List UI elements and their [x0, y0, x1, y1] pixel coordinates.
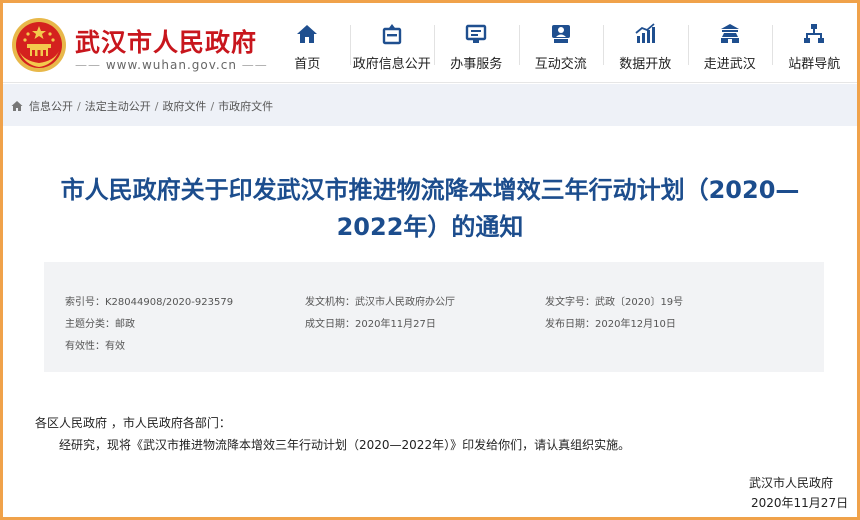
signature-organization: 武汉市人民政府 [749, 476, 834, 490]
article-paragraph: 经研究，现将《武汉市推进物流降本增效三年行动计划（2020—2022年）》印发给… [59, 438, 631, 452]
breadcrumb-separator: / [154, 99, 159, 113]
national-emblem-icon [12, 18, 66, 72]
home-icon [297, 25, 318, 43]
nav-item-site-navigation[interactable]: 站群导航 [772, 3, 857, 83]
breadcrumb-bar: 信息公开 / 法定主动公开 / 政府文件 / 市政府文件 [3, 84, 857, 126]
meta-document-number: 发文字号：武政〔2020〕19号 [545, 297, 684, 308]
signature-date: 2020年11月27日 [751, 496, 849, 510]
article-greeting: 各区人民政府 ，市人民政府各部门： [35, 416, 231, 430]
nav-item-open-data[interactable]: 数据开放 [603, 3, 688, 83]
building-icon [720, 24, 739, 43]
nav-item-about-wuhan[interactable]: 走进武汉 [687, 3, 773, 83]
nav-label: 站群导航 [788, 57, 841, 72]
data-chart-icon [635, 23, 656, 43]
nav-label: 互动交流 [534, 57, 587, 72]
breadcrumb-link-municipal-documents[interactable]: 市政府文件 [218, 98, 273, 114]
site-logo[interactable]: 武汉市人民政府 —— www.wuhan.gov.cn —— [9, 11, 269, 79]
meta-topic: 主题分类：邮政 [65, 319, 135, 330]
breadcrumb-link-gov-documents[interactable]: 政府文件 [162, 98, 206, 114]
site-name: 武汉市人民政府 [75, 28, 258, 57]
nav-label: 办事服务 [450, 57, 503, 72]
nav-label: 首页 [294, 57, 321, 72]
breadcrumb-separator: / [210, 99, 215, 113]
document-metadata-panel: 索引号：K28044908/2020-923579 发文机构：武汉市人民政府办公… [44, 262, 824, 372]
meta-publish-date: 发布日期：2020年12月10日 [545, 319, 676, 330]
meta-written-date: 成文日期：2020年11月27日 [305, 319, 436, 330]
nav-label: 政府信息公开 [352, 57, 431, 72]
service-icon [466, 24, 487, 43]
nav-item-interaction[interactable]: 互动交流 [518, 3, 604, 83]
home-icon[interactable] [11, 100, 23, 112]
nav-label: 数据开放 [619, 57, 672, 72]
site-url: —— www.wuhan.gov.cn —— [75, 58, 268, 72]
sitemap-icon [804, 24, 825, 43]
breadcrumb-separator: / [77, 99, 81, 113]
nav-label: 走进武汉 [703, 57, 756, 72]
article-title: 市人民政府关于印发武汉市推进物流降本增效三年行动计划（2020—2022年）的通… [60, 176, 800, 241]
nav-item-info-disclosure[interactable]: 政府信息公开 [349, 3, 435, 83]
main-nav: 首页 政府信息公开 办事服务 互动交流 数据开放 走进武汉 站群导航 [265, 3, 857, 83]
breadcrumb-link-statutory[interactable]: 法定主动公开 [85, 98, 151, 114]
site-header: 武汉市人民政府 —— www.wuhan.gov.cn —— 首页 政府信息公开 [3, 3, 857, 83]
nav-item-home[interactable]: 首页 [265, 3, 350, 83]
breadcrumb-link-info-disclosure[interactable]: 信息公开 [29, 98, 73, 114]
meta-validity: 有效性：有效 [65, 341, 125, 352]
meta-issuer: 发文机构：武汉市人民政府办公厅 [305, 297, 455, 308]
info-disclosure-icon [382, 24, 401, 45]
article-main: 市人民政府关于印发武汉市推进物流降本增效三年行动计划（2020—2022年）的通… [3, 126, 857, 517]
nav-item-services[interactable]: 办事服务 [434, 3, 519, 83]
breadcrumb: 信息公开 / 法定主动公开 / 政府文件 / 市政府文件 [11, 98, 273, 114]
interaction-icon [551, 25, 570, 43]
meta-index-number: 索引号：K28044908/2020-923579 [65, 297, 234, 308]
